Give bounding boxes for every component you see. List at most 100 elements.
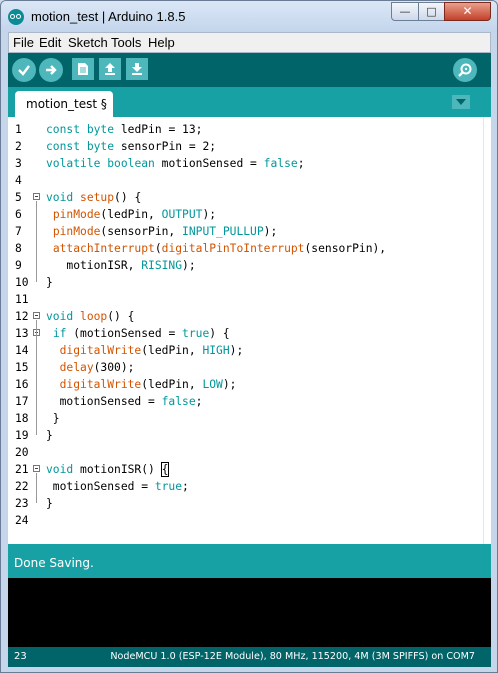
console-output[interactable]: [8, 578, 491, 647]
tab-menu-dropdown-icon[interactable]: [452, 95, 470, 109]
code-line: 4: [8, 172, 491, 189]
code-text: if (motionSensed = true) {: [52, 327, 230, 340]
code-line: 5 void setup() {: [8, 189, 491, 206]
line-number: 17: [15, 395, 29, 408]
code-line: 10}: [8, 274, 491, 291]
tab-label: motion_test §: [26, 97, 107, 111]
line-number: 19: [15, 429, 29, 442]
code-text: digitalWrite(ledPin, LOW);: [59, 378, 237, 391]
code-text: motionSensed = false;: [46, 395, 203, 408]
vertical-scrollbar[interactable]: [483, 117, 491, 544]
line-number: 18: [15, 412, 29, 425]
code-text: void setup() {: [46, 191, 142, 204]
line-number: 24: [15, 514, 29, 527]
line-number: 22: [15, 480, 29, 493]
code-text: }: [46, 412, 60, 425]
upload-button[interactable]: [39, 58, 63, 82]
code-text: void motionISR() {: [46, 462, 170, 477]
line-number: 4: [15, 174, 22, 187]
code-line: 7 pinMode(sensorPin, INPUT_PULLUP);: [8, 223, 491, 240]
maximize-button[interactable]: □: [418, 2, 445, 21]
fold-toggle-icon[interactable]: [33, 193, 40, 200]
line-number: 1: [15, 123, 22, 136]
code-line: 24: [8, 512, 491, 529]
code-text: }: [46, 429, 53, 442]
open-arrow-up-icon: [105, 63, 115, 75]
line-number: 21: [15, 463, 29, 476]
code-text: const byte ledPin = 13;: [46, 123, 203, 136]
line-number: 9: [15, 259, 22, 272]
line-number: 16: [15, 378, 29, 391]
code-text: motionSensed = true;: [46, 480, 189, 493]
tab-bar: motion_test §: [8, 87, 491, 117]
fold-toggle-icon[interactable]: [33, 465, 40, 472]
arduino-logo-icon: [8, 9, 24, 25]
menu-tools[interactable]: Tools: [111, 35, 141, 50]
code-line: 8 attachInterrupt(digitalPinToInterrupt(…: [8, 240, 491, 257]
menu-edit[interactable]: Edit: [39, 35, 61, 50]
save-arrow-down-icon: [132, 63, 142, 75]
code-text: pinMode(ledPin, OUTPUT);: [52, 208, 217, 221]
code-text: attachInterrupt(digitalPinToInterrupt(se…: [52, 242, 387, 255]
serial-monitor-button[interactable]: [453, 58, 477, 82]
code-text: delay(300);: [59, 361, 135, 374]
verify-button[interactable]: [12, 58, 36, 82]
line-number: 8: [15, 242, 22, 255]
menu-sketch[interactable]: Sketch: [68, 35, 108, 50]
fold-toggle-icon[interactable]: [33, 312, 40, 319]
cursor-line-number: 23: [14, 651, 27, 662]
save-button[interactable]: [126, 58, 148, 80]
arduino-window: motion_test | Arduino 1.8.5 — □ ✕ File E…: [0, 0, 498, 673]
footer-bar: 23 NodeMCU 1.0 (ESP-12E Module), 80 MHz,…: [8, 647, 491, 667]
code-text: digitalWrite(ledPin, HIGH);: [59, 344, 244, 357]
fold-guide: [36, 473, 37, 503]
line-number: 20: [15, 446, 29, 459]
code-text: const byte sensorPin = 2;: [46, 140, 217, 153]
code-text: volatile boolean motionSensed = false;: [46, 157, 305, 170]
code-line: 14 digitalWrite(ledPin, HIGH);: [8, 342, 491, 359]
code-line: 17 motionSensed = false;: [8, 393, 491, 410]
fold-guide: [36, 320, 37, 435]
line-number: 23: [15, 497, 29, 510]
code-line: 11: [8, 291, 491, 308]
code-text: void loop() {: [46, 310, 135, 323]
code-line: 2 const byte sensorPin = 2;: [8, 138, 491, 155]
open-button[interactable]: [99, 58, 121, 80]
code-line: 13 if (motionSensed = true) {: [8, 325, 491, 342]
line-number: 13: [15, 327, 29, 340]
fold-guide: [36, 201, 37, 282]
menu-help[interactable]: Help: [148, 35, 175, 50]
line-number: 6: [15, 208, 22, 221]
title-bar: motion_test | Arduino 1.8.5 — □ ✕: [1, 1, 497, 32]
line-number: 12: [15, 310, 29, 323]
code-editor[interactable]: 1 const byte ledPin = 13; 2 const byte sens…: [8, 117, 491, 544]
line-number: 7: [15, 225, 22, 238]
toolbar: [8, 53, 491, 87]
code-text: motionISR, RISING);: [46, 259, 196, 272]
status-message: Done Saving.: [14, 556, 94, 570]
code-line: 22 motionSensed = true;: [8, 478, 491, 495]
board-info: NodeMCU 1.0 (ESP-12E Module), 80 MHz, 11…: [110, 651, 475, 662]
code-text: }: [46, 497, 53, 510]
new-file-icon: [78, 63, 88, 75]
code-line: 19}: [8, 427, 491, 444]
status-bar: Done Saving.: [8, 544, 491, 578]
code-line: 6 pinMode(ledPin, OUTPUT);: [8, 206, 491, 223]
code-line: 3 volatile boolean motionSensed = false;: [8, 155, 491, 172]
code-line: 15 delay(300);: [8, 359, 491, 376]
arrow-right-icon: [46, 65, 57, 75]
code-line: 23}: [8, 495, 491, 512]
minimize-button[interactable]: —: [391, 2, 419, 21]
line-number: 15: [15, 361, 29, 374]
tab-motion-test[interactable]: motion_test §: [15, 91, 113, 117]
new-button[interactable]: [72, 58, 94, 80]
code-text: pinMode(sensorPin, INPUT_PULLUP);: [52, 225, 278, 238]
line-number: 11: [15, 293, 29, 306]
line-number: 5: [15, 191, 22, 204]
window-title: motion_test | Arduino 1.8.5: [31, 9, 186, 24]
menu-file[interactable]: File: [13, 35, 34, 50]
line-number: 3: [15, 157, 22, 170]
code-line: 21 void motionISR() {: [8, 461, 491, 478]
close-button[interactable]: ✕: [444, 2, 491, 21]
code-line: 9 motionISR, RISING);: [8, 257, 491, 274]
